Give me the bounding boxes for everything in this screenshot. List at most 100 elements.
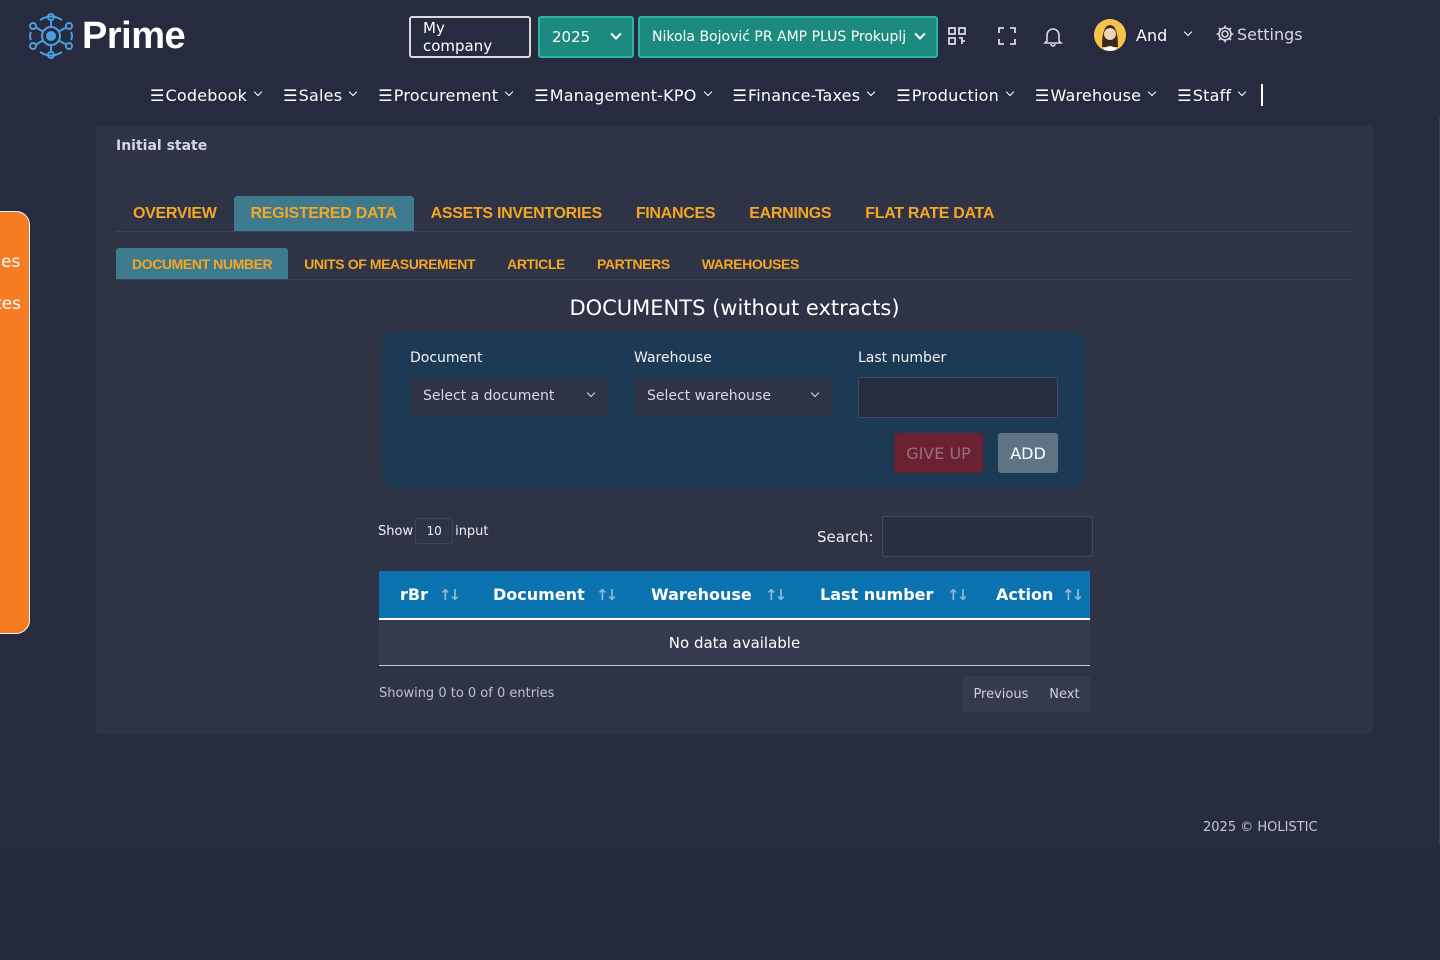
warehouse-label: Warehouse [634, 350, 712, 366]
side-panel[interactable]: es tes [0, 211, 30, 634]
chevron-down-icon [1184, 27, 1193, 37]
chevron-down-icon [1005, 87, 1015, 97]
subtab-partners[interactable]: PARTNERS [581, 248, 686, 279]
chevron-down-icon [703, 87, 712, 97]
chevron-down-icon [504, 87, 514, 97]
chevron-down-icon [914, 28, 926, 40]
subtab-document-number[interactable]: DOCUMENT NUMBER [116, 248, 289, 279]
warehouse-select-value: Select warehouse [647, 388, 771, 404]
menu-label: Procurement [393, 85, 499, 105]
company-button[interactable]: My company [409, 16, 531, 58]
document-label: Document [410, 350, 483, 366]
sort-icon: ↑↓ [596, 585, 618, 604]
subtab-warehouses[interactable]: WAREHOUSES [686, 248, 815, 279]
firm-value: Nikola Bojović PR AMP PLUS Prokuplj [652, 29, 907, 45]
chevron-down-icon [586, 388, 596, 398]
documents-table: rBr ↑↓ Document ↑↓ Warehouse ↑↓ Last num… [379, 571, 1090, 666]
menu-label: Finance-Taxes [748, 85, 861, 105]
subtab-article[interactable]: ARTICLE [491, 248, 581, 279]
column-header-label: Document [493, 585, 585, 604]
network-logo-icon [29, 13, 73, 59]
document-select-value: Select a document [423, 388, 555, 404]
menu-codebook[interactable]: ☰ Codebook [150, 85, 263, 105]
tab-assets-inventories[interactable]: ASSETS INVENTORIES [414, 196, 619, 231]
sort-icon: ↑↓ [765, 585, 787, 604]
menu-label: Production [911, 85, 999, 105]
menu-warehouse[interactable]: ☰ Warehouse [1035, 85, 1157, 105]
last-number-input[interactable] [858, 377, 1058, 418]
side-panel-item[interactable]: tes [0, 294, 21, 314]
previous-button[interactable]: Previous [973, 687, 1028, 702]
menu-label: Warehouse [1050, 85, 1142, 105]
last-number-label: Last number [858, 350, 947, 366]
tab-overview[interactable]: OVERVIEW [116, 196, 234, 231]
fullscreen-icon[interactable] [997, 26, 1017, 46]
menu-finance-taxes[interactable]: ☰ Finance-Taxes [733, 85, 876, 105]
column-header-last-number[interactable]: Last number ↑↓ [801, 571, 976, 618]
chevron-down-icon [1238, 87, 1247, 97]
table-info: Showing 0 to 0 of 0 entries [379, 686, 555, 701]
menu-divider [1261, 84, 1264, 106]
column-header-document[interactable]: Document ↑↓ [474, 571, 632, 618]
top-bar: Prime My company 2025 Nikola Bojović PR … [0, 0, 1440, 118]
company-label: My company [423, 19, 493, 55]
add-button[interactable]: ADD [998, 433, 1058, 473]
settings-label: Settings [1237, 24, 1303, 44]
user-avatar-icon [1094, 19, 1126, 51]
firm-select[interactable]: Nikola Bojović PR AMP PLUS Prokuplj [638, 16, 938, 58]
tab-finances[interactable]: FINANCES [619, 196, 732, 231]
chevron-down-icon [1147, 87, 1157, 97]
column-header-rbr[interactable]: rBr ↑↓ [379, 571, 474, 618]
menu-staff[interactable]: ☰ Staff [1177, 85, 1247, 105]
menu-label: Sales [298, 85, 343, 105]
subtab-units-of-measurement[interactable]: UNITS OF MEASUREMENT [288, 248, 491, 279]
year-value: 2025 [552, 28, 591, 46]
logo[interactable]: Prime [28, 12, 186, 60]
document-select[interactable]: Select a document [410, 377, 608, 415]
list-icon: ☰ [378, 85, 393, 105]
list-icon: ☰ [150, 85, 165, 105]
gear-icon [1216, 25, 1234, 43]
column-header-action[interactable]: Action ↑↓ [976, 571, 1090, 618]
menu-production[interactable]: ☰ Production [896, 85, 1015, 105]
list-icon: ☰ [1177, 85, 1192, 105]
column-header-label: Last number [820, 585, 934, 604]
side-panel-item[interactable]: es [1, 252, 20, 272]
tab-earnings[interactable]: EARNINGS [732, 196, 848, 231]
sort-icon: ↑↓ [1062, 585, 1084, 604]
chevron-down-icon [810, 388, 820, 398]
column-header-label: Warehouse [651, 585, 752, 604]
page-background [0, 845, 1440, 960]
breadcrumb[interactable]: Initial state [116, 138, 207, 154]
warehouse-select[interactable]: Select warehouse [634, 377, 832, 415]
settings-link[interactable]: Settings [1215, 24, 1303, 44]
page-size-control: Show 10 input [378, 518, 489, 544]
page-size-select[interactable]: 10 [415, 518, 454, 544]
give-up-button[interactable]: GIVE UP [894, 433, 983, 473]
app-window: Prime My company 2025 Nikola Bojović PR … [0, 0, 1440, 845]
list-icon: ☰ [896, 85, 911, 105]
show-label: Show [378, 523, 414, 539]
qr-grid-icon[interactable] [947, 26, 967, 46]
search-input[interactable] [881, 516, 1093, 557]
app-name: Prime [82, 14, 186, 57]
avatar [1094, 19, 1126, 51]
user-menu[interactable]: And [1094, 19, 1193, 51]
menu-procurement[interactable]: ☰ Procurement [378, 85, 514, 105]
menu-sales[interactable]: ☰ Sales [283, 85, 358, 105]
tab-flat-rate-data[interactable]: FLAT RATE DATA [848, 196, 1011, 231]
input-label: input [455, 523, 489, 539]
user-name: And [1136, 25, 1168, 45]
column-header-label: Action [996, 585, 1054, 604]
next-button[interactable]: Next [1049, 687, 1079, 702]
column-header-label: rBr [400, 585, 428, 604]
menu-label: Staff [1192, 85, 1232, 105]
bell-icon[interactable] [1043, 25, 1063, 47]
search-label: Search: [817, 527, 874, 546]
tab-registered-data[interactable]: REGISTERED DATA [233, 196, 414, 231]
column-header-warehouse[interactable]: Warehouse ↑↓ [632, 571, 801, 618]
chevron-down-icon [349, 87, 358, 97]
menu-management-kpo[interactable]: ☰ Management-KPO [534, 85, 712, 105]
year-select[interactable]: 2025 [538, 16, 634, 58]
menu-label: Management-KPO [549, 85, 697, 105]
